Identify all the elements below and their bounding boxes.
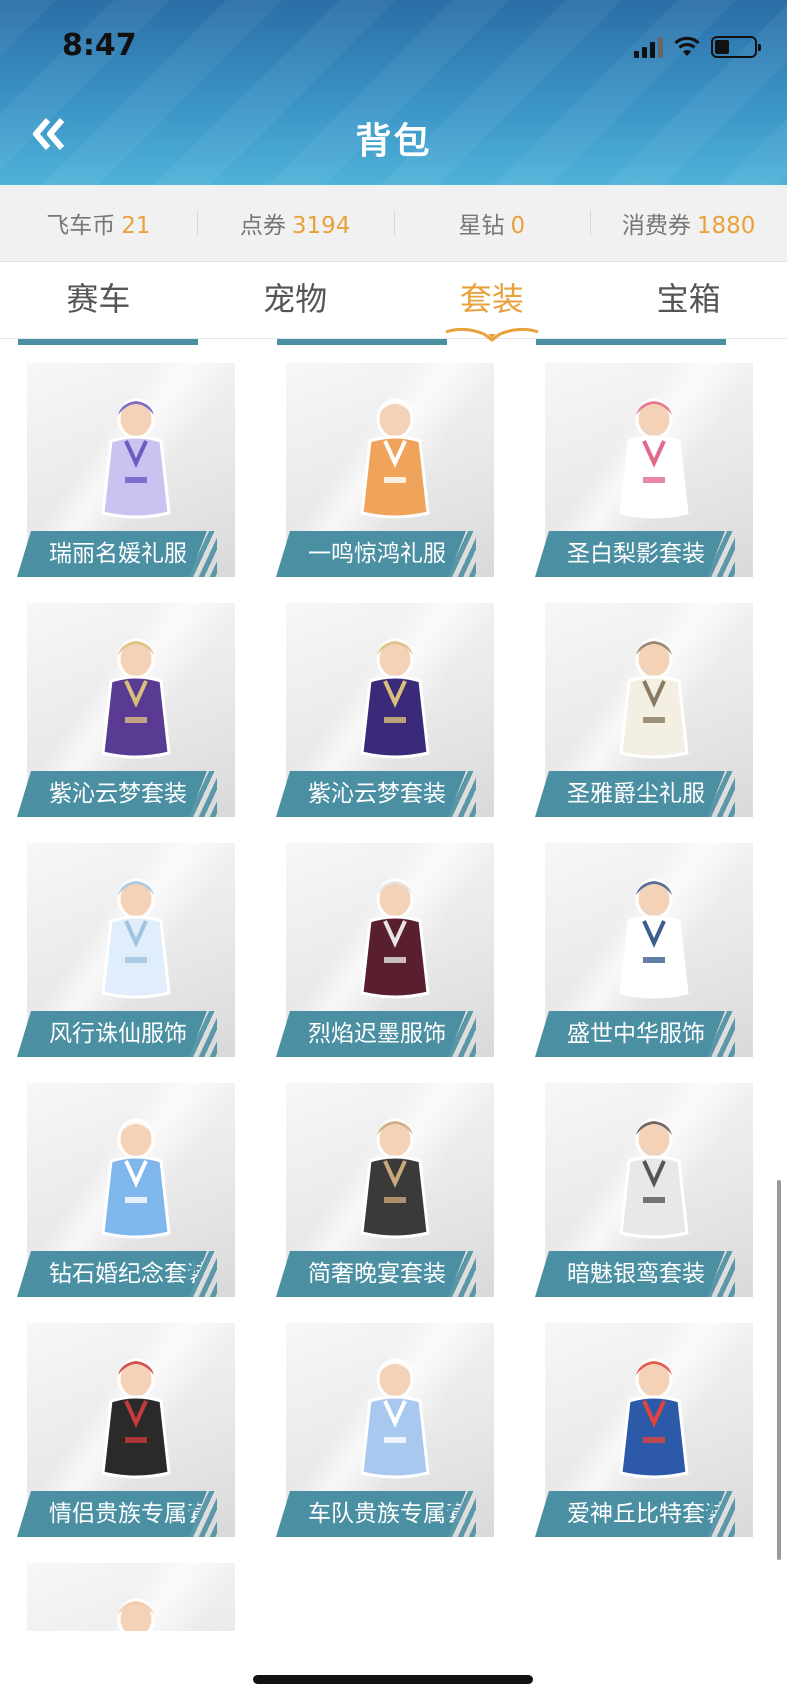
outfit-card[interactable]: 简奢晚宴套装 — [276, 1083, 494, 1297]
wifi-icon — [674, 36, 700, 56]
outfit-thumbnail-image — [101, 1358, 171, 1479]
tab-pets[interactable]: 宠物 — [197, 262, 394, 338]
outfit-card[interactable]: 圣白梨影套装 — [535, 363, 753, 577]
cellular-signal-icon — [634, 36, 663, 58]
tab-chests[interactable]: 宝箱 — [590, 262, 787, 338]
top-header: 8:47 背包 — [0, 0, 787, 185]
outfit-name-label: 瑞丽名媛礼服 — [17, 531, 207, 577]
currency-xiaofeiquan: 消费券 1880 — [590, 206, 787, 240]
outfit-name-label: 圣白梨影套装 — [535, 531, 725, 577]
outfit-thumbnail-image — [360, 878, 430, 999]
outfit-card[interactable]: 风行诛仙服饰 — [17, 843, 235, 1057]
currency-value: 21 — [121, 213, 151, 239]
previous-row-edge — [0, 339, 787, 347]
outfit-card[interactable]: 紫沁云梦套装 — [17, 603, 235, 817]
label-stripe-decoration — [187, 1011, 217, 1057]
page-title: 背包 — [355, 121, 432, 162]
battery-icon — [711, 36, 761, 58]
currency-label: 飞车币 — [46, 213, 116, 239]
outfit-thumbnail-image — [101, 398, 171, 519]
tab-cars[interactable]: 赛车 — [0, 262, 197, 338]
outfit-name-label: 盛世中华服饰 — [535, 1011, 725, 1057]
outfit-card[interactable]: 瑞丽名媛礼服 — [17, 363, 235, 577]
label-stripe-decoration — [705, 771, 735, 817]
outfit-thumbnail-image — [101, 878, 171, 999]
home-indicator[interactable] — [253, 1675, 533, 1684]
status-icons — [634, 34, 761, 60]
label-stripe-decoration — [446, 531, 476, 577]
outfit-thumbnail-image — [619, 878, 689, 999]
label-stripe-decoration — [446, 1011, 476, 1057]
currency-dianquan: 点券 3194 — [196, 206, 394, 240]
outfit-card[interactable]: 车队贵族专属套装 — [276, 1323, 494, 1537]
tab-label: 套装 — [459, 280, 524, 318]
outfit-grid: 瑞丽名媛礼服 一鸣惊鸿礼服 圣白梨影套装紫沁云梦套装 紫沁云梦套装 圣雅爵尘礼服风行诛仙… — [0, 339, 787, 1631]
label-stripe-decoration — [705, 1011, 735, 1057]
outfit-card[interactable]: 钻石婚纪念套装 — [17, 1083, 235, 1297]
outfit-name-label: 爱神丘比特套装 — [535, 1491, 725, 1537]
status-time: 8:47 — [62, 28, 137, 63]
label-stripe-decoration — [705, 1251, 735, 1297]
outfit-thumbnail-image — [619, 1118, 689, 1239]
outfit-card[interactable]: 紫沁云梦套装 — [276, 603, 494, 817]
outfit-thumbnail-image — [619, 398, 689, 519]
outfit-name-label: 暗魅银鸾套装 — [535, 1251, 725, 1297]
category-tabs: 赛车 宠物 套装 宝箱 — [0, 262, 787, 342]
currency-value: 3194 — [291, 213, 351, 239]
currency-label: 星钻 — [458, 213, 505, 239]
outfit-card[interactable]: 爱神丘比特套装 — [535, 1323, 753, 1537]
scrollbar[interactable] — [777, 1180, 781, 1560]
outfit-card[interactable]: 情侣贵族专属套装 — [17, 1323, 235, 1537]
outfit-name-label: 钻石婚纪念套装 — [17, 1251, 207, 1297]
outfit-name-label: 简奢晚宴套装 — [276, 1251, 466, 1297]
outfit-name-label: 车队贵族专属套装 — [276, 1491, 466, 1537]
outfit-card[interactable]: 盛世中华服饰 — [535, 843, 753, 1057]
outfit-thumbnail-image — [360, 398, 430, 519]
outfit-card[interactable]: 一鸣惊鸿礼服 — [276, 363, 494, 577]
currency-value: 0 — [510, 213, 526, 239]
outfit-name-label: 一鸣惊鸿礼服 — [276, 531, 466, 577]
label-stripe-decoration — [705, 1491, 735, 1537]
tab-outfits[interactable]: 套装 — [394, 262, 591, 342]
outfit-card[interactable]: 烈焰迟墨服饰 — [276, 843, 494, 1057]
outfit-thumbnail-image — [101, 1118, 171, 1239]
label-stripe-decoration — [187, 1491, 217, 1537]
outfit-thumbnail-image — [360, 638, 430, 759]
label-stripe-decoration — [187, 1251, 217, 1297]
outfit-card[interactable]: 暗魅银鸾套装 — [535, 1083, 753, 1297]
outfit-name-label: 圣雅爵尘礼服 — [535, 771, 725, 817]
outfit-name-label: 烈焰迟墨服饰 — [276, 1011, 466, 1057]
outfit-name-label: 紫沁云梦套装 — [17, 771, 207, 817]
currency-xingzuan: 星钻 0 — [393, 206, 591, 240]
currency-feicheb: 飞车币 21 — [0, 206, 197, 240]
currency-label: 消费券 — [621, 213, 691, 239]
label-stripe-decoration — [446, 771, 476, 817]
outfit-name-label: 情侣贵族专属套装 — [17, 1491, 207, 1537]
outfit-thumbnail-image — [117, 1598, 155, 1631]
outfit-card[interactable] — [17, 1563, 235, 1631]
label-stripe-decoration — [446, 1491, 476, 1537]
outfit-thumbnail-image — [101, 638, 171, 759]
outfit-name-label: 紫沁云梦套装 — [276, 771, 466, 817]
label-stripe-decoration — [187, 771, 217, 817]
outfit-name-label: 风行诛仙服饰 — [17, 1011, 207, 1057]
outfit-thumbnail-image — [619, 638, 689, 759]
outfit-thumbnail-image — [619, 1358, 689, 1479]
label-stripe-decoration — [446, 1251, 476, 1297]
currency-label: 点券 — [239, 213, 286, 239]
currency-bar: 飞车币 21 点券 3194 星钻 0 消费券 1880 — [0, 185, 787, 262]
label-stripe-decoration — [187, 531, 217, 577]
outfit-thumbnail-image — [360, 1118, 430, 1239]
outfit-card[interactable]: 圣雅爵尘礼服 — [535, 603, 753, 817]
label-stripe-decoration — [705, 531, 735, 577]
currency-value: 1880 — [696, 213, 756, 239]
outfit-thumbnail-image — [360, 1358, 430, 1479]
